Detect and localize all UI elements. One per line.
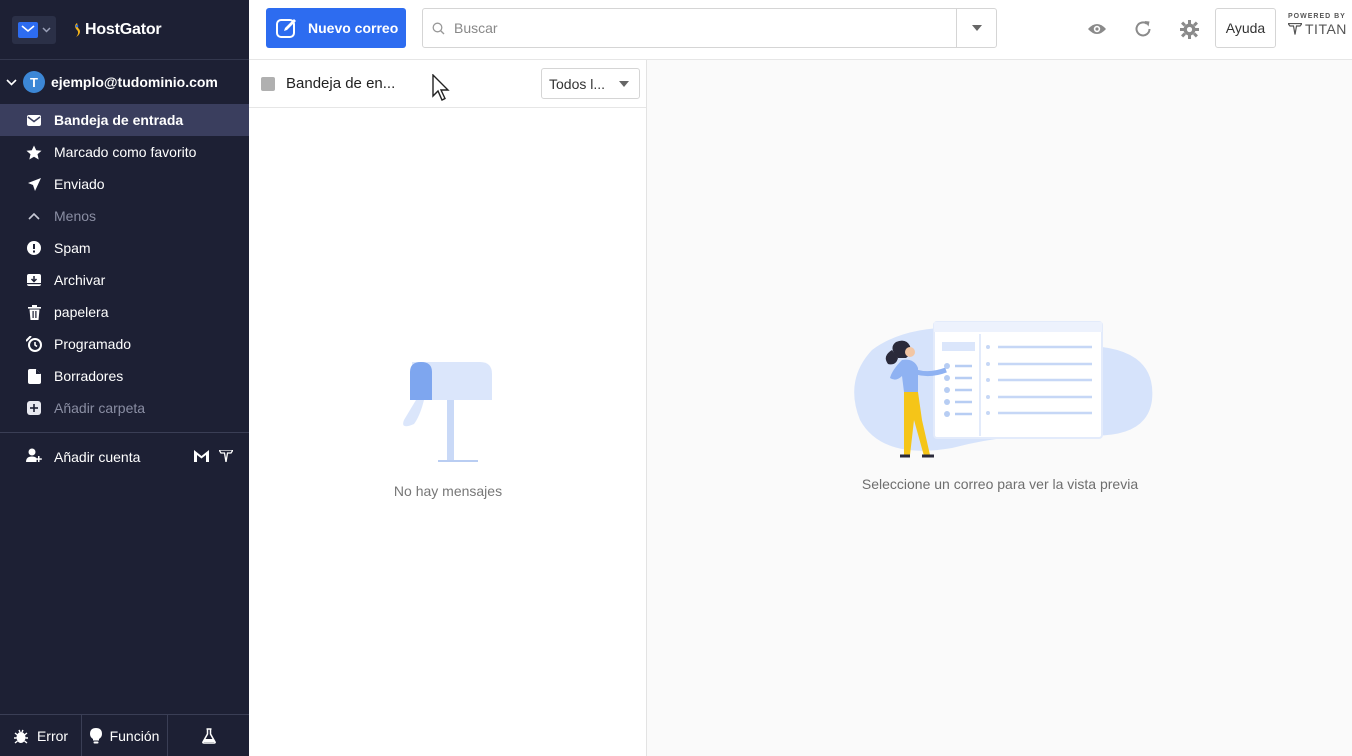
gear-icon	[1179, 19, 1199, 39]
folder-spam[interactable]: Spam	[0, 232, 249, 264]
settings-button[interactable]	[1178, 18, 1200, 40]
top-header: Nuevo correo Ayuda POWERED BY TITAN	[249, 0, 1352, 60]
trash-icon	[26, 304, 42, 320]
alert-icon	[26, 240, 42, 256]
chevron-up-icon	[26, 208, 42, 224]
mouse-cursor-icon	[432, 74, 450, 101]
folder-inbox[interactable]: Bandeja de entrada	[0, 104, 249, 136]
search-box	[422, 8, 997, 48]
folder-list: Bandeja de entrada Marcado como favorito…	[0, 104, 249, 424]
refresh-icon	[1135, 21, 1151, 37]
app-switcher[interactable]	[12, 15, 56, 44]
gmail-icon[interactable]	[194, 450, 209, 462]
titan-icon[interactable]	[219, 450, 233, 462]
folder-starred[interactable]: Marcado como favorito	[0, 136, 249, 168]
mail-app-icon	[18, 21, 38, 38]
preview-illustration	[854, 321, 1153, 458]
report-error-button[interactable]: Error	[0, 715, 82, 756]
draft-icon	[26, 368, 42, 384]
caret-down-icon	[971, 25, 982, 31]
brand-bar: HostGator	[0, 0, 249, 60]
reading-pane-toggle[interactable]	[1086, 18, 1108, 40]
account-providers	[194, 450, 233, 462]
brand-logo: HostGator	[72, 20, 162, 39]
powered-by-titan: POWERED BY TITAN	[1288, 13, 1347, 37]
brand-name: HostGator	[85, 20, 162, 38]
feature-request-button[interactable]: Función	[82, 715, 168, 756]
add-account-button[interactable]: Añadir cuenta	[0, 433, 249, 481]
folder-add[interactable]: Añadir carpeta	[0, 392, 249, 424]
compose-button[interactable]: Nuevo correo	[266, 8, 406, 48]
labs-button[interactable]	[168, 715, 249, 756]
refresh-button[interactable]	[1132, 18, 1154, 40]
search-options-dropdown[interactable]	[956, 9, 996, 47]
lightbulb-icon	[89, 727, 102, 743]
add-user-icon	[26, 448, 42, 466]
titan-logo-icon	[1288, 23, 1302, 35]
compose-icon	[276, 19, 296, 38]
folder-drafts[interactable]: Borradores	[0, 360, 249, 392]
message-list-pane: Bandeja de en... Todos l... No hay mensa…	[249, 60, 647, 756]
archive-icon	[26, 272, 42, 288]
empty-list-message: No hay mensajes	[393, 483, 503, 499]
gator-logo-icon	[75, 22, 80, 37]
envelope-icon	[26, 112, 42, 128]
search-input[interactable]	[454, 20, 956, 36]
flask-icon	[201, 727, 216, 744]
eye-icon	[1088, 24, 1106, 34]
sidebar-bottom-bar: Error Función	[0, 714, 249, 756]
caret-down-icon	[619, 81, 629, 87]
filter-dropdown[interactable]: Todos l...	[541, 68, 640, 99]
chevron-down-icon	[42, 26, 51, 33]
folder-sent[interactable]: Enviado	[0, 168, 249, 200]
search-icon	[432, 22, 446, 35]
folder-trash[interactable]: papelera	[0, 296, 249, 328]
empty-mailbox-illustration	[403, 362, 492, 462]
account-row[interactable]: T ejemplo@tudominio.com	[0, 60, 249, 104]
folder-less-toggle[interactable]: Menos	[0, 200, 249, 232]
select-all-checkbox[interactable]	[261, 77, 275, 91]
folder-title: Bandeja de en...	[286, 75, 396, 92]
chevron-down-icon[interactable]	[6, 78, 17, 86]
paper-plane-icon	[26, 176, 42, 192]
account-email: ejemplo@tudominio.com	[51, 74, 218, 90]
folder-archive[interactable]: Archivar	[0, 264, 249, 296]
sidebar: HostGator T ejemplo@tudominio.com Bandej…	[0, 0, 249, 756]
clock-icon	[26, 336, 42, 352]
preview-empty-message: Seleccione un correo para ver la vista p…	[861, 476, 1139, 492]
preview-pane: Seleccione un correo para ver la vista p…	[648, 60, 1352, 756]
plus-circle-icon	[26, 400, 42, 416]
help-button[interactable]: Ayuda	[1215, 8, 1276, 48]
bug-icon	[13, 729, 28, 744]
star-icon	[26, 144, 42, 160]
avatar: T	[23, 71, 45, 93]
folder-scheduled[interactable]: Programado	[0, 328, 249, 360]
